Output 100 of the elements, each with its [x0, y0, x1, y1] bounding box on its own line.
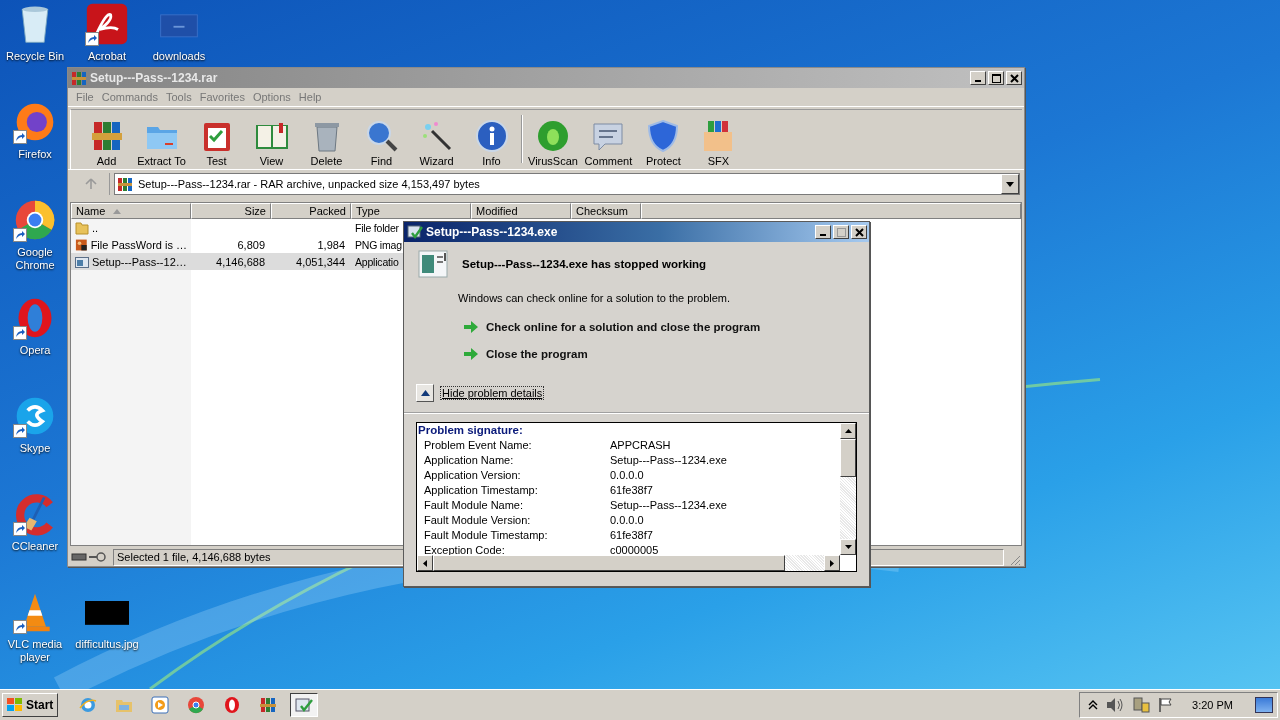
program-file-icon [75, 254, 89, 269]
close-icon [854, 227, 864, 237]
maximize-icon [836, 227, 846, 237]
details-heading: Problem signature: [418, 423, 524, 438]
bug-icon [535, 119, 570, 153]
command-link[interactable]: Close the program [464, 343, 588, 370]
folder-icon [75, 220, 89, 235]
toolbar-button[interactable]: Wizard [409, 119, 464, 167]
details-toggle-link[interactable]: Hide problem details [440, 386, 545, 400]
shield-icon [646, 119, 681, 153]
round-browser-icon [187, 696, 206, 714]
books-icon [71, 70, 87, 86]
desktop-icon[interactable]: VLC media player [4, 590, 66, 664]
detail-value: Setup---Pass--1234.exe [610, 498, 727, 513]
detail-label: Application Name: [424, 453, 515, 468]
desktop-icon[interactable]: difficultus.jpg [76, 590, 138, 651]
window-title: Setup---Pass--1234.rar [90, 71, 219, 85]
drive-and-key-icon [71, 551, 107, 563]
file-name-cell[interactable]: Setup---Pass--12… [71, 253, 191, 270]
desktop-icon[interactable]: Acrobat [76, 2, 138, 63]
desktop-icon[interactable]: Skype [4, 394, 66, 455]
vertical-scrollbar[interactable] [840, 423, 856, 555]
ring-icon [223, 696, 242, 714]
file-name-cell[interactable]: File PassWord is … [71, 236, 191, 253]
windows-flag-icon [7, 698, 23, 712]
desktop-icon[interactable]: Opera [4, 296, 66, 357]
detail-label: Fault Module Name: [424, 498, 525, 513]
error-heading: Setup---Pass--1234.exe has stopped working [462, 258, 707, 270]
arrow-icon [464, 321, 478, 333]
minimize-icon [820, 234, 826, 236]
toolbar-button[interactable]: View [244, 119, 299, 167]
file-name-cell[interactable]: .. [71, 219, 191, 236]
desktop-icon[interactable]: Google Chrome [4, 198, 66, 272]
maximize-button[interactable] [988, 71, 1004, 85]
image-file-icon [75, 237, 88, 252]
toolbar-button[interactable]: Protect [635, 119, 691, 167]
detail-value: 0.0.0.0 [610, 513, 644, 528]
file-size-cell: 4,146,688 [191, 253, 271, 270]
command-link[interactable]: Check online for a solution and close the program [464, 316, 761, 343]
toolbar-button[interactable]: Find [354, 119, 409, 167]
window-icon [295, 696, 314, 714]
network-icon[interactable] [1132, 697, 1151, 713]
toolbar-button[interactable]: Extract To [134, 119, 189, 167]
horizontal-scrollbar[interactable] [417, 555, 840, 571]
resize-grip-icon[interactable] [1010, 555, 1021, 566]
column-header[interactable]: Size [191, 203, 271, 219]
sort-arrow-icon [113, 208, 122, 214]
taskbar-button[interactable] [290, 693, 319, 717]
detail-label: Fault Module Version: [424, 513, 532, 528]
packed-size-cell-text: 1,984 [316, 237, 346, 253]
chevron-up-icon[interactable] [1088, 700, 1099, 710]
flag-icon[interactable] [1158, 697, 1175, 713]
expand-collapse-button[interactable] [416, 384, 434, 402]
window-title: Setup---Pass--1234.exe [426, 225, 559, 239]
detail-label: Application Timestamp: [424, 483, 539, 498]
packed-size-cell: 4,051,344 [271, 253, 351, 270]
desktop-icon[interactable]: CCleaner [4, 492, 66, 553]
column-header[interactable]: Modified [471, 203, 571, 219]
detail-value: 61fe38f7 [610, 528, 653, 543]
toolbar-button[interactable]: VirusScan [525, 119, 581, 167]
detail-value: Setup---Pass--1234.exe [610, 453, 727, 468]
column-header[interactable]: Name [71, 203, 191, 219]
toolbar-button[interactable]: Delete [299, 119, 354, 167]
maximize-icon [991, 73, 1001, 83]
minimize-button[interactable] [970, 71, 986, 85]
file-size-cell-text: 6,809 [236, 237, 266, 253]
detail-value: 0.0.0.0 [610, 468, 644, 483]
toolbar-button[interactable]: SFX [690, 119, 746, 167]
scroll-right-icon [830, 559, 834, 567]
detail-value: 61fe38f7 [610, 483, 653, 498]
search-icon [364, 119, 399, 153]
speaker-icon[interactable] [1106, 697, 1125, 713]
desktop-icon[interactable]: Recycle Bin [4, 2, 66, 63]
path-field[interactable]: Setup---Pass--1234.rar - RAR archive, unpacked size 4,153,497 bytes [114, 173, 1020, 195]
close-icon [1009, 73, 1019, 83]
show-desktop-button[interactable] [1255, 697, 1273, 713]
desktop-icon[interactable]: downloads [148, 2, 210, 63]
column-header[interactable]: Type [351, 203, 471, 219]
info-icon [474, 119, 509, 153]
toolbar-button[interactable]: Test [189, 119, 244, 167]
toolbar-button[interactable]: Comment [580, 119, 636, 167]
desktop-icon[interactable]: Firefox [4, 100, 66, 161]
play-icon [151, 696, 170, 714]
clock[interactable]: 3:20 PM [1192, 699, 1233, 711]
close-button[interactable] [1006, 71, 1022, 85]
maximize-button[interactable] [833, 225, 849, 239]
detail-label: Problem Event Name: [424, 438, 533, 453]
program-window-icon [418, 250, 448, 278]
close-button[interactable] [851, 225, 867, 239]
error-message: Windows can check online for a solution to the problem. [458, 292, 732, 304]
column-header[interactable]: Checksum [571, 203, 641, 219]
column-header[interactable]: Packed [271, 203, 351, 219]
file-type-cell: Applicatio [351, 253, 403, 270]
toolbar-button[interactable]: Info [464, 119, 519, 167]
start-button[interactable]: Start [2, 693, 59, 717]
minimize-button[interactable] [815, 225, 831, 239]
toolbar-button[interactable]: Add [79, 119, 134, 167]
books-icon [89, 119, 124, 153]
books-icon [117, 176, 133, 192]
document-app-icon [85, 2, 129, 46]
